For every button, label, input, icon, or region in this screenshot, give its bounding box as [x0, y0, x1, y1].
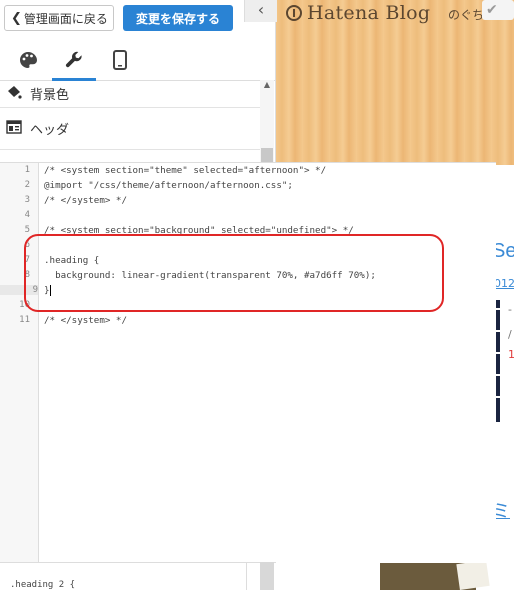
tab-smartphone[interactable] [98, 42, 142, 78]
check-icon[interactable]: ✔ [482, 0, 514, 20]
line-number: 11 [19, 315, 30, 325]
header-background [276, 0, 514, 165]
code-line[interactable]: /* </system> */ [44, 195, 127, 206]
back-to-admin-button[interactable]: ❮ 管理画面に戻る [4, 5, 114, 31]
line-number: 4 [24, 210, 30, 220]
menu-item-background-color[interactable]: 背景色 [0, 80, 260, 108]
logo-text: Hatena Blog [307, 2, 431, 24]
css-editor[interactable]: 1 2 3 4 5 6 7 8 9 10 11 /* <system secti… [0, 162, 496, 563]
scroll-up-icon[interactable]: ▲ [260, 80, 274, 89]
line-number-gutter: 1 2 3 4 5 6 7 8 9 10 11 [0, 163, 39, 563]
divider [246, 562, 247, 590]
line-number: 3 [24, 195, 30, 205]
line-number: 5 [24, 225, 30, 235]
sidebar-scrollbar[interactable]: ▲ [260, 80, 274, 162]
article-date[interactable]: 012 [494, 277, 514, 290]
highlight-annotation [24, 234, 444, 312]
code-line[interactable]: /* </system> */ [44, 315, 127, 326]
chevron-left-icon: ‹ [257, 0, 265, 19]
palette-icon [20, 52, 37, 68]
line-number: 1 [24, 165, 30, 175]
code-line[interactable]: /* <system section="theme" selected="aft… [44, 165, 326, 176]
menu-item-label: 背景色 [30, 88, 70, 103]
paint-bucket-icon [6, 85, 24, 103]
wrench-icon [65, 51, 82, 68]
article-text: - [508, 303, 512, 316]
article-text-2: / [508, 328, 512, 341]
hatena-blog-logo[interactable]: Hatena Blog [286, 2, 430, 24]
bottom-scrollbar[interactable] [260, 562, 274, 590]
red-marker: 1 [508, 348, 514, 361]
collapse-panel-button[interactable]: ‹ [244, 0, 277, 22]
save-changes-button[interactable]: 変更を保存する [123, 5, 233, 31]
back-button-label: 管理画面に戻る [23, 11, 108, 26]
smartphone-icon [113, 50, 127, 70]
chevron-left-icon: ❮ [11, 10, 22, 26]
menu-item-header[interactable]: ヘッダ [0, 108, 260, 150]
code-line[interactable]: @import "/css/theme/afternoon/afternoon.… [44, 180, 293, 191]
customize-tabs [0, 42, 276, 81]
blog-subtitle: のぐち [448, 8, 485, 22]
menu-item-label: ヘッダ [30, 123, 70, 138]
thumbnail-card [456, 560, 490, 590]
header-layout-icon [6, 119, 24, 138]
tab-design[interactable] [6, 42, 50, 78]
secondary-code-line[interactable]: .heading 2 { [10, 580, 75, 590]
tab-customize[interactable] [52, 42, 96, 81]
scrollbar-thumb[interactable] [261, 148, 273, 162]
hatena-logo-icon [286, 5, 302, 21]
line-number: 2 [24, 180, 30, 190]
